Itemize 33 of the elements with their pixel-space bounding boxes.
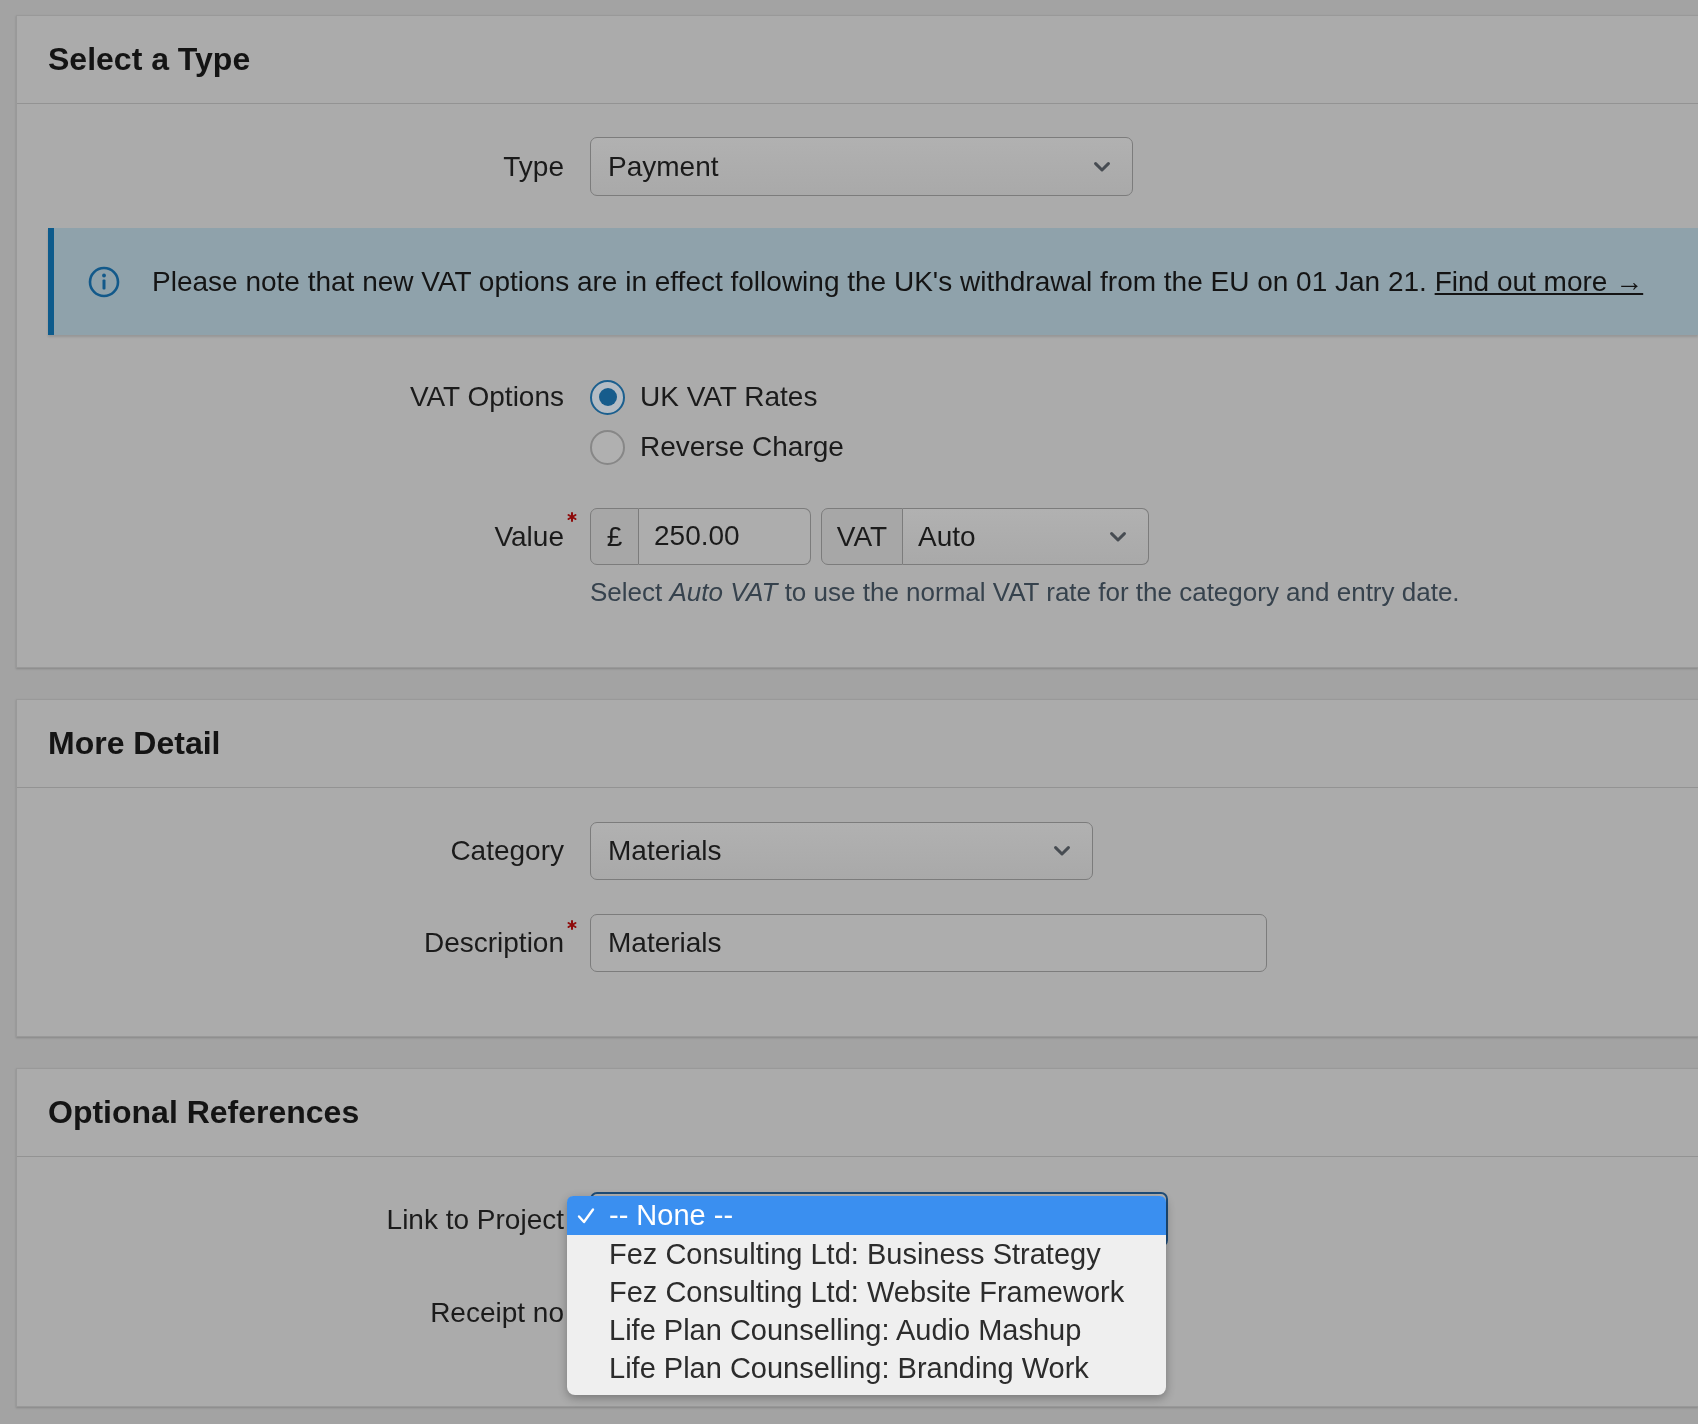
section-title: Select a Type bbox=[48, 41, 251, 78]
menu-option[interactable]: Fez Consulting Ltd: Website Framework bbox=[567, 1273, 1166, 1311]
amount-field[interactable]: 250.00 bbox=[639, 508, 811, 565]
notice-text: Please note that new VAT options are in effect following the UK's withdrawal from the EU on 01 Jan 21. Find out more → bbox=[152, 265, 1644, 298]
vat-addon: VAT bbox=[821, 508, 903, 565]
field-label: Link to Project bbox=[386, 1202, 564, 1237]
field-label: Description bbox=[423, 926, 564, 960]
text-field[interactable]: Materials bbox=[590, 914, 1267, 972]
chevron-down-icon bbox=[1110, 531, 1126, 542]
field-label: Type bbox=[503, 149, 564, 184]
radio-label: Reverse Charge bbox=[640, 430, 844, 464]
checkmark-icon bbox=[577, 1206, 595, 1225]
radio-label: UK VAT Rates bbox=[640, 380, 818, 414]
field-label: Category bbox=[450, 834, 564, 868]
find-out-more-link[interactable]: Find out more → bbox=[1434, 265, 1644, 297]
section-title: Optional References bbox=[48, 1094, 360, 1131]
section-title: More Detail bbox=[48, 725, 221, 762]
field-label: Value bbox=[494, 519, 564, 554]
chevron-down-icon bbox=[1094, 161, 1110, 172]
menu-option[interactable]: Life Plan Counselling: Branding Work bbox=[567, 1349, 1166, 1387]
select-field[interactable]: Payment bbox=[590, 137, 1133, 196]
field-label: VAT Options bbox=[409, 380, 564, 414]
menu-option[interactable]: Life Plan Counselling: Audio Mashup bbox=[567, 1311, 1166, 1349]
radio-button[interactable] bbox=[590, 429, 625, 465]
vat-select[interactable]: Auto bbox=[903, 508, 1149, 565]
select-field[interactable]: Materials bbox=[590, 822, 1093, 880]
menu-option[interactable]: Fez Consulting Ltd: Business Strategy bbox=[567, 1235, 1166, 1273]
field-label: Receipt no bbox=[430, 1295, 564, 1330]
chevron-down-icon bbox=[1054, 846, 1070, 856]
radio-button[interactable] bbox=[590, 379, 625, 415]
help-text: Select Auto VAT to use the normal VAT rate for the category and entry date. bbox=[590, 578, 1461, 606]
currency-addon: £ bbox=[590, 508, 639, 565]
info-icon bbox=[88, 265, 120, 298]
